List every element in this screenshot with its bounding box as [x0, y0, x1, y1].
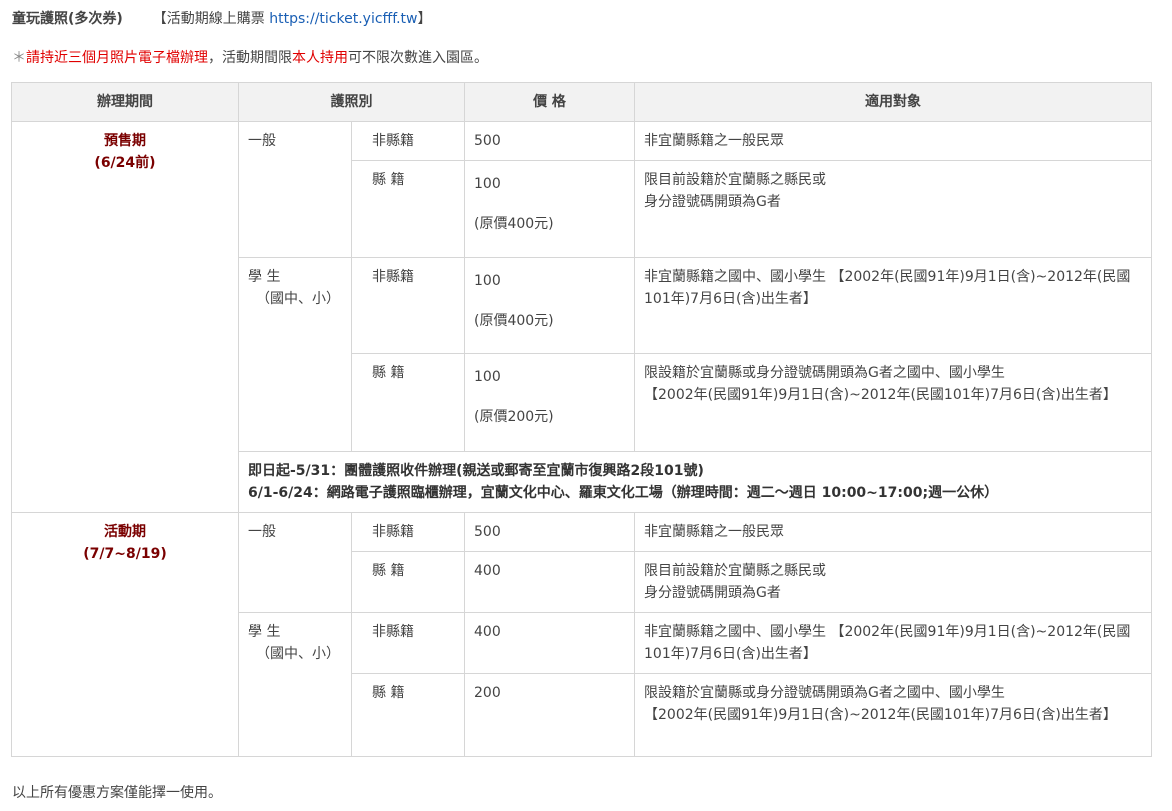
event-student-sub: （國中、小）	[256, 646, 340, 662]
presale-target: 非宜蘭縣籍之國中、國小學生 【2002年(民國91年)9月1日(含)~2012年…	[634, 257, 1152, 354]
event-general-resident: 縣 籍	[351, 551, 465, 613]
notice-photo-requirement: 請持近三個月照片電子檔辦理	[26, 50, 208, 66]
presale-student-type: 學 生 （國中、小）	[238, 257, 352, 452]
table-header-row: 辦理期間 護照別 價 格 適用對象	[11, 82, 1152, 122]
online-ticket-label: 【活動期線上購票 https://ticket.yicfff.tw】	[153, 11, 432, 27]
event-student-type: 學 生 （國中、小）	[238, 612, 352, 757]
table-row: 預售期 (6/24前) 一般 非縣籍 500 非宜蘭縣籍之一般民眾	[11, 121, 1152, 513]
presale-price-cell: 100 (原價400元)	[464, 160, 635, 258]
presale-price: 100	[474, 273, 501, 289]
presale-student-resident: 縣 籍	[351, 353, 465, 452]
online-ticket-prefix: 【活動期線上購票	[152, 11, 270, 27]
presale-student-label: 學 生	[248, 269, 281, 285]
presale-student-nonresident: 非縣籍	[351, 257, 465, 354]
event-period-label: 活動期	[104, 524, 146, 540]
presale-target: 限目前設籍於宜蘭縣之縣民或 身分證號碼開頭為G者	[634, 160, 1152, 258]
presale-price: 500	[464, 121, 635, 161]
presale-price-cell: 100 (原價400元)	[464, 257, 635, 354]
event-student-label: 學 生	[248, 624, 281, 640]
handling-line-1: 即日起-5/31：團體護照收件辦理(親送或郵寄至宜蘭市復興路2段101號)	[248, 463, 704, 479]
table-row: 活動期 (7/7~8/19) 一般 非縣籍 500 非宜蘭縣籍之一般民眾	[11, 512, 1152, 757]
star-mark: ＊	[12, 50, 26, 66]
event-target: 限設籍於宜蘭縣或身分證號碼開頭為G者之國中、國小學生 【2002年(民國91年)…	[634, 673, 1152, 757]
header-price: 價 格	[464, 82, 635, 122]
event-period-cell: 活動期 (7/7~8/19)	[11, 512, 239, 757]
header-period: 辦理期間	[11, 82, 239, 122]
discount-note: 以上所有優惠方案僅能擇一使用。	[12, 785, 222, 801]
presale-price-cell: 100 (原價200元)	[464, 353, 635, 452]
handling-line-2: 6/1-6/24：網路電子護照臨櫃辦理，宜蘭文化中心、羅東文化工場（辦理時間：週…	[248, 485, 999, 501]
event-target: 非宜蘭縣籍之一般民眾	[634, 512, 1152, 552]
presale-student-sub: （國中、小）	[256, 291, 340, 307]
event-student-resident: 縣 籍	[351, 673, 465, 757]
presale-period-cell: 預售期 (6/24前)	[11, 121, 239, 513]
online-ticket-suffix: 】	[417, 11, 432, 27]
presale-target: 限設籍於宜蘭縣或身分證號碼開頭為G者之國中、國小學生 【2002年(民國91年)…	[634, 353, 1152, 452]
presale-original-price: (原價200元)	[474, 409, 554, 425]
presale-general-resident: 縣 籍	[351, 160, 465, 258]
presale-handling-info: 即日起-5/31：團體護照收件辦理(親送或郵寄至宜蘭市復興路2段101號) 6/…	[238, 451, 1152, 513]
page-title: 童玩護照(多次券)	[12, 11, 123, 27]
presale-price: 100	[474, 369, 501, 385]
event-price: 500	[464, 512, 635, 552]
event-price: 400	[464, 551, 635, 613]
header-passport-type: 護照別	[238, 82, 465, 122]
presale-general-type: 一般	[238, 121, 352, 258]
ticket-link[interactable]: https://ticket.yicfff.tw	[269, 11, 417, 27]
event-price: 200	[464, 673, 635, 757]
event-target: 限目前設籍於宜蘭縣之縣民或 身分證號碼開頭為G者	[634, 551, 1152, 613]
presale-general-label: 一般	[248, 133, 276, 149]
presale-original-price: (原價400元)	[474, 313, 554, 329]
presale-target: 非宜蘭縣籍之一般民眾	[634, 121, 1152, 161]
header-target: 適用對象	[634, 82, 1152, 122]
event-student-nonresident: 非縣籍	[351, 612, 465, 674]
event-target: 非宜蘭縣籍之國中、國小學生 【2002年(民國91年)9月1日(含)~2012年…	[634, 612, 1152, 674]
page-title-line: 童玩護照(多次券) 【活動期線上購票 https://ticket.yicfff.…	[12, 8, 432, 28]
notice-middle: ，活動期間限	[208, 50, 292, 66]
event-general-nonresident: 非縣籍	[351, 512, 465, 552]
fee-table: 辦理期間 護照別 價 格 適用對象 預售期 (6/24前) 一般 非縣籍 500…	[11, 82, 1152, 757]
presale-period-range: (6/24前)	[94, 155, 156, 171]
notice-end: 可不限次數進入園區。	[348, 50, 488, 66]
event-price: 400	[464, 612, 635, 674]
notice-line: ＊請持近三個月照片電子檔辦理，活動期間限本人持用可不限次數進入園區。	[12, 47, 488, 67]
presale-price: 100	[474, 176, 501, 192]
presale-period-label: 預售期	[104, 133, 146, 149]
event-general-label: 一般	[248, 524, 276, 540]
event-general-type: 一般	[238, 512, 352, 613]
presale-original-price: (原價400元)	[474, 216, 554, 232]
presale-general-nonresident: 非縣籍	[351, 121, 465, 161]
notice-personal-use: 本人持用	[292, 50, 348, 66]
event-period-range: (7/7~8/19)	[83, 546, 167, 562]
